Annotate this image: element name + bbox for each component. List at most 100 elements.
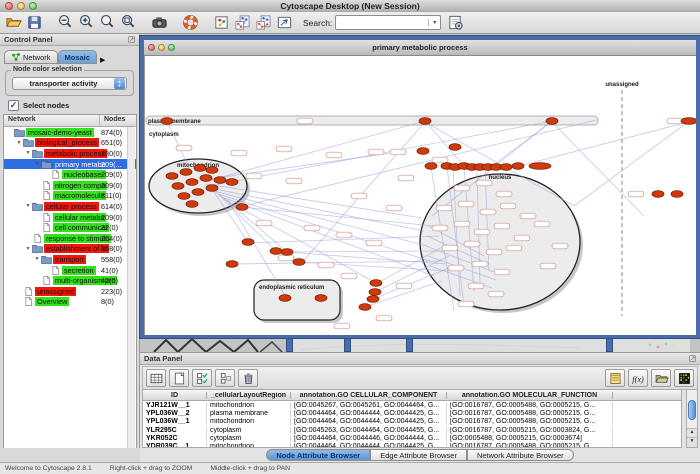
scrollbar-thumb[interactable] xyxy=(688,400,696,420)
import-attributes-folder-icon[interactable] xyxy=(651,369,671,387)
network-node[interactable] xyxy=(681,118,696,125)
column-header-cellularlayoutregion[interactable]: _cellularLayoutRegion xyxy=(207,392,291,399)
network-edge[interactable] xyxy=(304,122,425,260)
network-node[interactable] xyxy=(200,175,212,182)
network-node[interactable] xyxy=(242,239,254,246)
network-node[interactable] xyxy=(161,118,173,125)
tree-column-nodes[interactable]: Nodes xyxy=(100,115,136,126)
scroll-down-arrow[interactable]: ▼ xyxy=(687,437,697,447)
network-node[interactable] xyxy=(279,295,291,302)
tree-scrollbar[interactable] xyxy=(127,127,135,456)
table-row[interactable]: YKR052Ccytoplasm[GO:0044464, GO:0044446,… xyxy=(143,434,681,442)
dropdown-stepper-icon[interactable]: ▲▼ xyxy=(114,78,125,89)
float-data-panel-icon[interactable] xyxy=(688,354,697,363)
network-node[interactable] xyxy=(270,248,282,255)
network-node[interactable] xyxy=(500,164,512,171)
tree-item-multi-organism-pro[interactable]: multi-organism pro42(0) xyxy=(4,275,136,286)
zoom-out-icon[interactable] xyxy=(55,13,75,32)
save-icon[interactable] xyxy=(24,13,44,32)
select-nodes-checkbox[interactable]: ✓ xyxy=(8,100,19,111)
tree-item-establishment-of-lo[interactable]: ▼establishment of lo558(0) xyxy=(4,244,136,255)
cytopanel-box-icon[interactable] xyxy=(211,13,231,32)
expand-arrow-icon[interactable]: ▼ xyxy=(33,256,41,262)
network-edge[interactable] xyxy=(552,122,644,216)
table-row[interactable]: YLR295Ccytoplasm[GO:0045263, GO:0044464,… xyxy=(143,426,681,434)
network-node[interactable] xyxy=(206,167,218,174)
expand-arrow-icon[interactable]: ▼ xyxy=(33,161,41,167)
network-node[interactable] xyxy=(214,177,226,184)
search-input[interactable]: ▾ xyxy=(335,15,441,30)
network-node[interactable] xyxy=(449,144,461,151)
network-node[interactable] xyxy=(226,261,238,268)
tree-item-transport[interactable]: ▼transport558(0) xyxy=(4,254,136,265)
tree-item-cell-communicat[interactable]: cell communicat22(0) xyxy=(4,222,136,233)
node-color-dropdown[interactable]: transporter activity ▲▼ xyxy=(12,77,127,90)
table-row[interactable]: YPL036W__1mitochondrion[GO:0044464, GO:0… xyxy=(143,418,681,426)
network-node[interactable] xyxy=(178,193,190,200)
network-node[interactable] xyxy=(206,185,218,192)
network-window-titlebar[interactable]: primary metabolic process xyxy=(144,40,696,56)
tree-item-biological-process[interactable]: ▼biological_process651(0) xyxy=(4,138,136,149)
open-file-icon[interactable] xyxy=(3,13,23,32)
tree-item-overview[interactable]: Overview8(0) xyxy=(4,297,136,308)
zoom-selected-region-icon[interactable] xyxy=(118,13,138,32)
column-header-annotation-go-cellular-component[interactable]: annotation.GO CELLULAR_COMPONENT xyxy=(291,392,447,399)
tree-item-response-to-stimulu[interactable]: response to stimulu264(0) xyxy=(4,233,136,244)
tree-item-primary-metabo[interactable]: ▼primary metabo209(... xyxy=(4,159,136,170)
zoom-in-icon[interactable] xyxy=(76,13,96,32)
network-node[interactable] xyxy=(172,183,184,190)
tree-item-nitrogen-compo[interactable]: nitrogen compo209(0) xyxy=(4,180,136,191)
tab-node-attribute-browser[interactable]: Node Attribute Browser xyxy=(266,449,370,461)
network-view-window[interactable]: primary metabolic process plasma membran… xyxy=(140,36,700,338)
column-header-id[interactable]: ID xyxy=(143,392,207,399)
network-node[interactable] xyxy=(359,304,371,311)
search-config-icon[interactable] xyxy=(445,13,465,32)
network-node[interactable] xyxy=(369,289,381,296)
network-node[interactable] xyxy=(186,201,198,208)
network-node[interactable] xyxy=(419,118,431,125)
select-attributes-icon[interactable] xyxy=(192,369,212,387)
search-dropdown-arrow-icon[interactable]: ▾ xyxy=(428,19,440,26)
network-edge[interactable] xyxy=(276,251,444,252)
network-node[interactable] xyxy=(417,148,429,155)
tree-item-cellular-process[interactable]: ▼cellular process614(0) xyxy=(4,201,136,212)
network-node[interactable] xyxy=(529,163,551,170)
tab-overflow-arrow[interactable]: ▶ xyxy=(100,56,105,64)
network-node[interactable] xyxy=(425,163,437,170)
attribute-matrix-icon[interactable] xyxy=(674,369,694,387)
table-scrollbar[interactable]: ▲ ▼ xyxy=(686,389,698,448)
network-node[interactable] xyxy=(226,179,238,186)
network-node[interactable] xyxy=(236,204,248,211)
tab-network[interactable]: Network xyxy=(4,50,58,64)
tree-item-nucleobase[interactable]: nucleobase-209(0) xyxy=(4,169,136,180)
network-canvas[interactable]: plasma membranecytoplasmmitochondrionnuc… xyxy=(144,56,696,335)
unselect-attributes-icon[interactable] xyxy=(215,369,235,387)
column-header-annotation-go-molecular-function[interactable]: annotation.GO MOLECULAR_FUNCTION xyxy=(447,392,613,399)
tab-mosaic[interactable]: Mosaic xyxy=(58,50,97,64)
search-text-field[interactable] xyxy=(336,16,428,29)
table-row[interactable]: YPL036W__2plasma membrane[GO:0044464, GO… xyxy=(143,409,681,417)
attribute-editor-pad-icon[interactable] xyxy=(605,369,625,387)
tree-column-network[interactable]: Network xyxy=(4,115,100,126)
merge-networks-b-icon[interactable] xyxy=(253,13,273,32)
link-browser-icon[interactable] xyxy=(274,13,294,32)
network-node[interactable] xyxy=(367,296,379,303)
expand-arrow-icon[interactable]: ▼ xyxy=(24,246,32,252)
network-node[interactable] xyxy=(293,259,305,266)
network-node[interactable] xyxy=(370,280,382,287)
expand-arrow-icon[interactable]: ▼ xyxy=(15,140,23,146)
tree-item-metabolic-process[interactable]: ▼metabolic process280(0) xyxy=(4,148,136,159)
expand-arrow-icon[interactable]: ▼ xyxy=(24,203,32,209)
function-builder-icon[interactable]: f(x) xyxy=(628,369,648,387)
tree-item-secretion[interactable]: secretion41(0) xyxy=(4,265,136,276)
expand-arrow-icon[interactable]: ▼ xyxy=(24,150,32,156)
tab-network-attribute-browser[interactable]: Network Attribute Browser xyxy=(467,449,574,461)
network-node[interactable] xyxy=(192,189,204,196)
network-node[interactable] xyxy=(166,173,178,180)
tree-item-unassigned[interactable]: unassigned223(0) xyxy=(4,286,136,297)
network-node[interactable] xyxy=(546,118,558,125)
network-node[interactable] xyxy=(512,163,524,170)
snapshot-camera-icon[interactable] xyxy=(149,13,169,32)
tree-item-cellular-metabo[interactable]: cellular metabo209(0) xyxy=(4,212,136,223)
network-node[interactable] xyxy=(281,249,293,256)
